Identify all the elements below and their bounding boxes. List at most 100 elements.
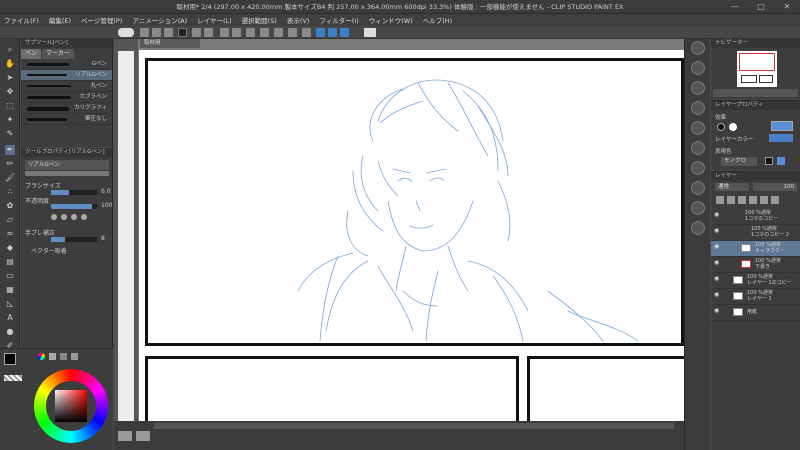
page-view-icon[interactable] (118, 431, 132, 441)
zoom-slider[interactable] (713, 89, 798, 97)
expression-color-select[interactable]: モノクロ (721, 157, 757, 166)
lock-layer-icon[interactable] (760, 196, 768, 204)
redo-icon[interactable] (204, 28, 213, 37)
bottom-left-panel-frame[interactable] (145, 356, 519, 426)
brush-item[interactable]: カリグラフィ (21, 103, 112, 114)
menu-file[interactable]: ファイル(F) (4, 15, 39, 25)
layer-search-icon[interactable] (691, 101, 705, 115)
airbrush-tool-icon[interactable]: ∴ (5, 187, 15, 197)
menu-edit[interactable]: 編集(E) (49, 15, 71, 25)
page-list-icon[interactable] (136, 431, 150, 441)
zoom-tool-icon[interactable]: ⌕ (5, 45, 15, 55)
layer-row[interactable]: ◉ 用紙 (711, 305, 800, 321)
auto-action-icon[interactable] (691, 161, 705, 175)
eraser-tool-icon[interactable]: ▱ (5, 215, 15, 225)
quick-access-icon[interactable] (691, 181, 705, 195)
search-icon[interactable] (691, 41, 705, 55)
brush-item[interactable]: 筆圧なし (21, 114, 112, 125)
balloon-tool-icon[interactable]: ● (5, 327, 15, 337)
operation-tool-icon[interactable]: ➤ (5, 73, 15, 83)
new-folder-icon[interactable] (738, 196, 746, 204)
brush-item[interactable]: カブラペン (21, 92, 112, 103)
layer-row[interactable]: ◉ 100 %通常 キャラクター (711, 241, 800, 257)
visibility-eye-icon[interactable]: ◉ (714, 276, 720, 282)
color-slider-tab-icon[interactable] (49, 353, 56, 360)
fill-tool-icon[interactable]: ◆ (5, 243, 15, 253)
menu-filter[interactable]: フィルター(I) (319, 15, 358, 25)
size-slider[interactable] (51, 190, 97, 195)
help-icon[interactable] (364, 28, 376, 37)
menu-view[interactable]: 表示(V) (287, 15, 310, 25)
blend-tool-icon[interactable]: ≈ (5, 229, 15, 239)
gradient-tool-icon[interactable]: ▤ (5, 257, 15, 267)
new-vector-layer-icon[interactable] (727, 196, 735, 204)
visibility-eye-icon[interactable]: ◉ (714, 228, 720, 234)
frame-tool-icon[interactable]: ▦ (5, 285, 15, 295)
color-set-tab-icon[interactable] (60, 353, 67, 360)
color-wheel-tab-icon[interactable] (38, 353, 45, 360)
blend-mode-select[interactable]: 通常 (715, 183, 749, 191)
brush-item[interactable]: リアルGペン (21, 70, 112, 81)
layer-effect-icon[interactable] (717, 123, 725, 131)
layer-color-bar[interactable] (769, 134, 793, 142)
navigator-preview[interactable] (737, 51, 777, 87)
visibility-eye-icon[interactable]: ◉ (714, 308, 720, 314)
save-icon[interactable] (164, 28, 173, 37)
history-icon[interactable] (691, 81, 705, 95)
ruler-tool-icon[interactable]: ◺ (5, 299, 15, 309)
select-all-icon[interactable] (274, 28, 283, 37)
brush-item[interactable]: Gペン (21, 59, 112, 70)
menu-layer[interactable]: レイヤー(L) (197, 15, 232, 25)
layer-row[interactable]: ◉ 100 %通常 1コマのコピー (711, 209, 800, 225)
layer-effect-icon[interactable] (729, 123, 737, 131)
move-layer-tool-icon[interactable]: ✥ (5, 87, 15, 97)
saturation-value-square[interactable] (55, 390, 87, 422)
menu-page[interactable]: ページ管理(P) (81, 15, 122, 25)
visibility-eye-icon[interactable]: ◉ (714, 292, 720, 298)
menu-selection[interactable]: 選択範囲(S) (242, 15, 277, 25)
clip-layer-icon[interactable] (749, 196, 757, 204)
open-file-icon[interactable] (152, 28, 161, 37)
layer-row[interactable]: ◉ 100 %通常 下書き (711, 257, 800, 273)
menu-animation[interactable]: アニメーション(A) (132, 15, 187, 25)
material-list-icon[interactable] (691, 221, 705, 235)
clear-icon[interactable] (220, 28, 229, 37)
text-tool-icon[interactable]: A (5, 313, 15, 323)
visibility-eye-icon[interactable]: ◉ (714, 260, 720, 266)
bottom-right-panel-frame[interactable] (527, 356, 687, 426)
main-color-swatch[interactable] (4, 353, 16, 365)
figure-tool-icon[interactable]: ▭ (5, 271, 15, 281)
tab-pen[interactable]: ペン (21, 49, 42, 59)
sub-view-icon[interactable] (691, 121, 705, 135)
decoration-tool-icon[interactable]: ✿ (5, 201, 15, 211)
opacity-slider[interactable] (51, 204, 97, 209)
menu-window[interactable]: ウィンドウ(W) (369, 15, 413, 25)
tab-marker[interactable]: マーカー (42, 49, 75, 59)
visibility-eye-icon[interactable]: ◉ (714, 212, 720, 218)
auto-select-tool-icon[interactable]: ✦ (5, 115, 15, 125)
pen-tool-icon[interactable]: ✒ (5, 145, 15, 155)
close-button[interactable]: ✕ (774, 0, 800, 14)
brush-item[interactable]: 丸ペン (21, 81, 112, 92)
info-icon[interactable] (691, 201, 705, 215)
maximize-button[interactable]: □ (748, 0, 774, 14)
layer-row[interactable]: ◉ 100 %通常 レイヤー 1 (711, 289, 800, 305)
navigator-tab[interactable]: ナビゲーター (711, 39, 752, 48)
snap-guide-icon[interactable] (328, 28, 337, 37)
deselect-icon[interactable] (260, 28, 269, 37)
layer-tab[interactable]: レイヤー (711, 172, 741, 181)
hide-selection-icon[interactable] (302, 28, 311, 37)
clip-studio-icon[interactable] (118, 28, 134, 37)
eyedropper-tool-icon[interactable]: ✎ (5, 129, 15, 139)
minimize-button[interactable]: — (722, 0, 748, 14)
fill-icon[interactable] (246, 28, 255, 37)
layer-row[interactable]: ◉ 100 %通常 レイヤー 1のコピー (711, 273, 800, 289)
intermediate-color-tab-icon[interactable] (71, 353, 78, 360)
item-bank-icon[interactable] (691, 141, 705, 155)
layer-mode-icon[interactable] (178, 28, 187, 37)
layer-opacity-field[interactable]: 100 (753, 183, 797, 191)
manga-page[interactable] (139, 50, 687, 426)
selection-tool-icon[interactable]: ⬚ (5, 101, 15, 111)
layer-color-swatch[interactable] (771, 121, 793, 131)
stabilize-slider[interactable] (51, 237, 97, 242)
